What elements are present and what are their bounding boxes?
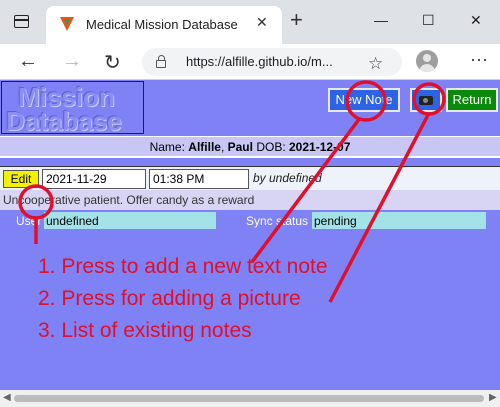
browser-tab[interactable]: Medical Mission Database ✕ [46,6,282,44]
add-favorite-icon[interactable]: ☆ [368,54,383,74]
annotation-text-1: 1. Press to add a new text note [38,255,328,278]
sync-status-label: Sync status [246,214,309,228]
note-item: Edit 2021-11-29 01:38 PM by undefined [0,166,500,190]
name-label: Name: [149,140,185,154]
edit-note-button[interactable]: Edit [3,170,39,188]
mission-database-logo[interactable]: Mission Database [1,81,144,134]
patient-first-name: Paul [227,140,253,154]
scroll-right-icon[interactable]: ▶ [489,392,497,403]
user-value: undefined [44,212,216,229]
scrollbar-thumb[interactable] [14,395,484,402]
tab-title: Medical Mission Database [86,17,238,32]
page-viewport: Mission Database New Note Return Name: A… [0,80,500,390]
return-button[interactable]: Return [446,88,498,112]
tab-actions-icon[interactable] [14,15,29,28]
back-icon[interactable]: ← [18,50,38,73]
note-text[interactable]: Uncooperative patient. Offer candy as a … [0,190,500,210]
browser-menu-icon[interactable]: ⋯ [470,50,488,71]
scroll-left-icon[interactable]: ◀ [3,392,11,403]
annotation-text-2: 2. Press for adding a picture [38,287,301,310]
profile-avatar[interactable] [416,50,438,72]
sync-status-value: pending [312,212,486,229]
minimize-icon[interactable]: — [374,12,388,28]
patient-last-name: Alfille [188,140,221,154]
user-label: User [16,214,42,228]
horizontal-scrollbar[interactable]: ◀ ▶ [0,390,500,407]
address-bar[interactable]: https://alfille.github.io/m... [142,48,402,76]
browser-tab-bar: Medical Mission Database ✕ + — ☐ ✕ [0,0,500,44]
note-date-field[interactable]: 2021-11-29 [42,169,146,189]
add-picture-button[interactable] [410,88,442,112]
lock-icon[interactable] [156,55,166,68]
close-window-icon[interactable]: ✕ [470,12,482,29]
url-text[interactable]: https://alfille.github.io/m... [186,54,333,69]
refresh-icon[interactable]: ↻ [104,50,121,75]
logo-line-2: Database [6,106,122,136]
patient-dob: 2021-12-07 [289,140,351,154]
annotation-text-3: 3. List of existing notes [38,319,252,342]
new-tab-icon[interactable]: + [290,8,303,32]
status-bar: User undefined Sync status pending [0,212,500,230]
maximize-icon[interactable]: ☐ [422,12,435,29]
site-favicon-icon [60,17,74,31]
patient-header: Name: Alfille, Paul DOB: 2021-12-07 [0,136,500,158]
camera-icon [419,96,433,105]
tab-close-icon[interactable]: ✕ [256,14,268,31]
note-author: by undefined [253,171,322,185]
new-note-button[interactable]: New Note [328,88,400,112]
dob-label: DOB: [256,140,286,154]
forward-icon[interactable]: → [62,50,82,73]
note-time-field[interactable]: 01:38 PM [149,169,249,189]
